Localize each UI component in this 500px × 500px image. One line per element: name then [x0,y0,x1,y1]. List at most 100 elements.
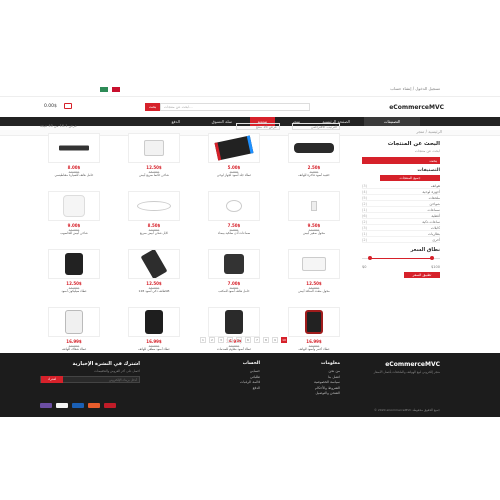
product-name[interactable]: محول صغير أبيض [280,231,348,236]
product-card[interactable]: 9.50$ 12.00$ محول صغير أبيض [280,191,348,239]
page-button[interactable]: 5 [236,337,242,343]
page-button[interactable]: 9 [272,337,278,343]
sort-select[interactable]: الترتيب الافتراضي [292,123,340,130]
footer-account-title: الحساب [242,361,260,366]
category-name: هواتف [430,184,440,188]
product-card[interactable]: 16.99$ 19.00$ غطاء شفاف للهاتف [40,307,108,355]
flag-icon[interactable] [100,87,108,92]
product-card[interactable]: 16.99$ 19.00$ غطاء أحمر وأسود للهاتف [280,307,348,355]
page-frame: تسجيل الدخول / إنشاء حساب eCommerceMVC ا… [0,83,500,417]
product-image[interactable] [128,249,180,279]
product-name[interactable]: حامل هاتف للسيارة مغناطيسي [40,173,108,178]
category-name: أغطية [431,214,440,218]
product-image[interactable] [208,307,260,337]
footer-description: متجر إلكتروني لبيع الهواتف والملحقات بأف… [373,370,440,374]
product-image[interactable] [128,191,180,221]
page-button[interactable]: 7 [254,337,260,343]
newsletter-email-input[interactable]: أدخل بريدك الإلكتروني اشترك [40,376,140,383]
search-button[interactable]: بحث [145,103,160,111]
product-card[interactable]: 7.50$ 9.00$ سماعات أذن سلكية بيضاء [200,191,268,239]
footer-link[interactable]: قائمة الرغبات [240,380,260,384]
payment-card-icon [88,403,100,408]
product-name[interactable]: حامل هاتف أسود للمكتب [200,289,268,294]
product-image[interactable] [48,249,100,279]
product-card[interactable]: 7.00$ 9.00$ حامل هاتف أسود للمكتب [200,249,268,297]
account-link[interactable]: تسجيل الدخول / إنشاء حساب [390,86,440,91]
page-button[interactable]: 6 [245,337,251,343]
footer-link[interactable]: الدفع [240,386,260,390]
footer-link[interactable]: الشروط والأحكام [314,386,340,390]
product-card[interactable]: 12.50$ 14.00$ غطاء سيليكون أسود [40,249,108,297]
footer-info-title: معلومات [321,361,340,366]
footer-link[interactable]: طلباتي [240,375,260,379]
flag-icon[interactable] [112,87,120,92]
product-card[interactable]: 12.50$ 14.00$ هاتف ذكي أسود 128GB [120,249,188,297]
cart-icon[interactable] [64,103,72,109]
apply-price-button[interactable]: تطبيق السعر [404,272,440,278]
product-name[interactable]: غطاء سيليكون أسود [40,289,108,294]
payment-card-icon [40,403,52,408]
slider-handle-min[interactable] [368,256,373,260]
product-name[interactable]: شاحن حائط سريع أبيض [120,173,188,178]
product-name[interactable]: شاحن أبيض للحاسوب [40,231,108,236]
product-card[interactable]: 8.50$ 10.00$ كابل شحن أبيض سريع [120,191,188,239]
product-name[interactable]: غطاء أسود مقاوم للصدمات [200,347,268,352]
product-card[interactable]: 16.99$ 19.00$ غطاء أسود مقاوم للصدمات [200,307,268,355]
footer-link[interactable]: الشحن والتوصيل [314,391,340,395]
product-card[interactable]: 9.00$ 11.00$ شاحن أبيض للحاسوب [40,191,108,239]
product-name[interactable]: هاتف ذكي أسود 128GB [120,289,188,294]
slider-handle-max[interactable] [429,256,434,260]
sidebar-search-header[interactable]: بحث [362,157,440,164]
product-name[interactable]: غطاء شفاف للهاتف [40,347,108,352]
product-card[interactable]: 12.50$ 15.00$ شاحن حائط سريع أبيض [120,133,188,181]
page-button[interactable]: 8 [263,337,269,343]
product-image[interactable] [48,191,100,221]
product-name[interactable]: سماعات أذن سلكية بيضاء [200,231,268,236]
product-image[interactable] [208,249,260,279]
cart-total[interactable]: 0.00$ [44,104,57,109]
product-image[interactable] [288,249,340,279]
footer-link[interactable]: سياسة الخصوصية [314,380,340,384]
product-card[interactable]: 5.00$ 7.00$ غطاء جلد أسود لجهاز لوحي [200,133,268,181]
price-slider[interactable] [362,256,440,261]
show-count-select[interactable]: عرض 16 منتج [236,123,280,130]
product-name[interactable]: كابل شحن أبيض سريع [120,231,188,236]
product-card[interactable]: 2.50$ 4.00$ حقيبة أسود فاخرة للهاتف [280,133,348,181]
category-name: أخرى [432,238,440,242]
product-image[interactable] [288,133,340,163]
footer-link[interactable]: من نحن [314,369,340,373]
page-button[interactable]: 2 [209,337,215,343]
page-button[interactable]: 4 [227,337,233,343]
product-name[interactable]: غطاء جلد أسود لجهاز لوحي [200,173,268,178]
category-all-button[interactable]: جميع المنتجات [380,175,440,181]
category-name: ملحقات [428,196,440,200]
search-input[interactable]: ابحث عن منتجات... [160,103,310,111]
product-name[interactable]: غطاء أحمر وأسود للهاتف [280,347,348,352]
newsletter-subscribe-button[interactable]: اشترك [41,376,63,383]
product-name[interactable]: محول متعدد المنافذ أبيض [280,289,348,294]
page-button[interactable]: 1 [200,337,206,343]
product-card[interactable]: 12.50$ 14.00$ محول متعدد المنافذ أبيض [280,249,348,297]
page-button[interactable]: 10 [281,337,287,343]
product-image[interactable] [288,191,340,221]
product-card[interactable]: 8.00$ 10.00$ حامل هاتف للسيارة مغناطيسي [40,133,108,181]
product-image[interactable] [128,307,180,337]
sidebar-subtitle: ابحث عن منتجات [414,149,440,153]
product-image[interactable] [288,307,340,337]
category-item[interactable]: (2) أخرى [362,237,440,243]
categories-menu-button[interactable]: التصنيفات [364,117,420,126]
page-button[interactable]: 3 [218,337,224,343]
product-image[interactable] [208,191,260,221]
footer-link[interactable]: حسابي [240,369,260,373]
footer-link[interactable]: اتصل بنا [314,375,340,379]
footer-logo[interactable]: eCommerceMVC [385,361,440,368]
product-image[interactable] [208,133,260,163]
sidebar-title: البحث عن المنتجات [387,141,440,147]
product-image[interactable] [48,133,100,163]
product-name[interactable]: حقيبة أسود فاخرة للهاتف [280,173,348,178]
site-logo[interactable]: eCommerceMVC [389,104,444,111]
product-name[interactable]: غطاء أسود مطفي للهاتف [120,347,188,352]
product-image[interactable] [128,133,180,163]
product-card[interactable]: 16.99$ 19.00$ غطاء أسود مطفي للهاتف [120,307,188,355]
product-image[interactable] [48,307,100,337]
